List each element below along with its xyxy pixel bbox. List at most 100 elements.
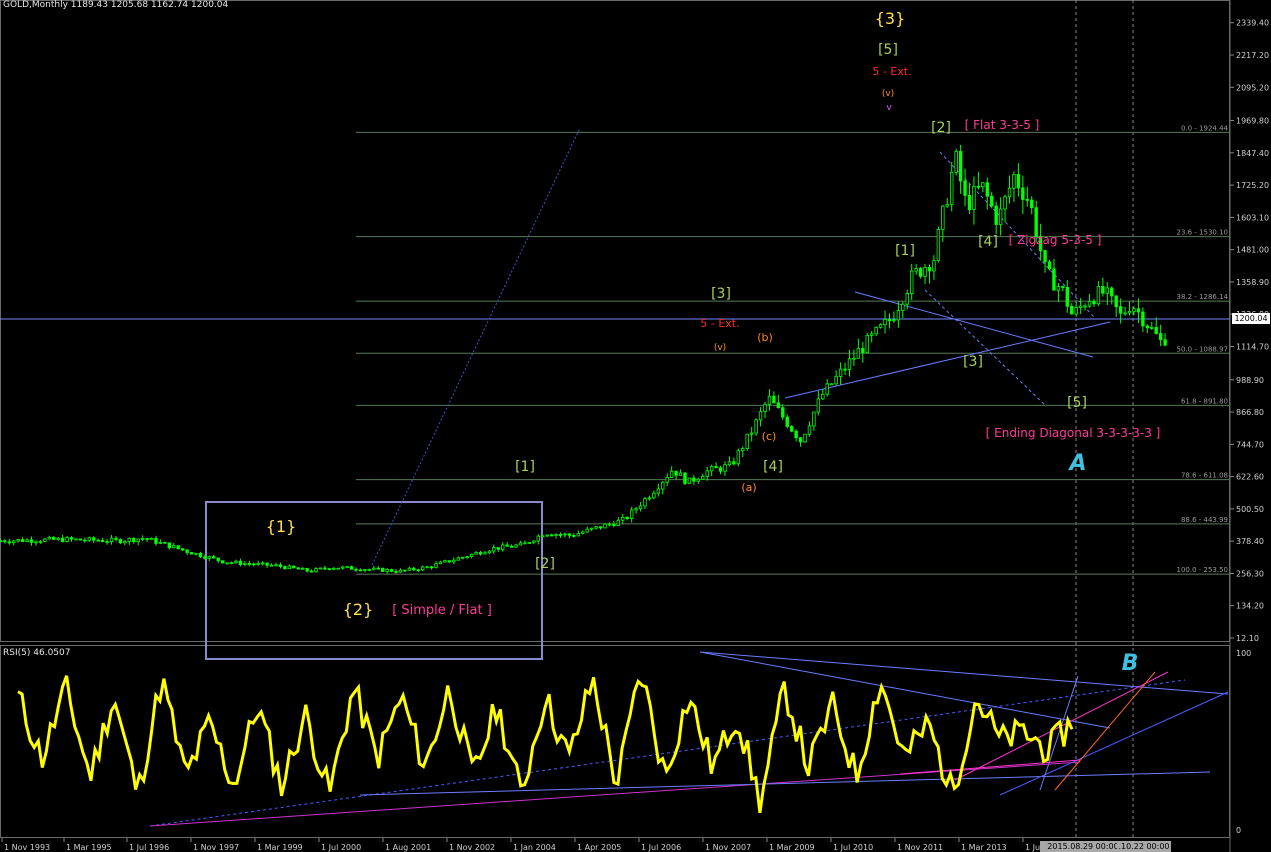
candle-body (367, 568, 372, 571)
wave-label: [1] (895, 243, 915, 259)
rsi-tick-100: 100 (1236, 649, 1251, 658)
chart-ohlc: 1189.43 1205.68 1162.74 1200.04 (70, 0, 229, 10)
candle-body (558, 534, 563, 536)
candle-body (1025, 199, 1029, 201)
wave-label: [ Ending Diagonal 3-3-3-3-3 ] (986, 426, 1161, 440)
candle-body (789, 426, 794, 432)
x-tick-label: 1 Nov 1997 (193, 843, 239, 852)
candle-body (527, 542, 532, 544)
candle-body (1163, 339, 1167, 346)
candle-body (554, 534, 558, 536)
candle-body (269, 564, 274, 567)
wave-label: [2] (931, 120, 951, 136)
candle-body (43, 538, 47, 542)
candle-body (332, 567, 336, 570)
candle-body (1083, 305, 1087, 308)
time-axis: 1 Nov 1993 1 Mar 1995 1 Jul 1996 1 Nov 1997… (1, 838, 1040, 852)
wave-label: {3} (875, 9, 906, 28)
candle-body (705, 470, 709, 477)
candle-body (781, 407, 785, 418)
candle-body (709, 466, 714, 472)
candle-body (612, 523, 616, 526)
candle-body (1101, 286, 1105, 294)
candle-body (838, 368, 843, 377)
candle-body (207, 556, 212, 559)
candle-body (1078, 305, 1083, 309)
candle-body (1012, 173, 1016, 189)
rsi-line (17, 675, 1074, 814)
candle-body (74, 538, 78, 541)
candle-body (825, 383, 829, 395)
candle-body (532, 540, 536, 543)
candle-body (656, 488, 661, 494)
candle-body (243, 563, 247, 565)
y-tick-label: 744.70 (1236, 440, 1264, 449)
y-tick-label: 134.20 (1236, 602, 1264, 611)
y-tick-label: 1847.40 (1236, 149, 1269, 158)
candle-body (936, 229, 941, 261)
candle-body (29, 539, 34, 543)
price-axis: 2339.40 2217.20 2095.20 1969.80 1847.40 1725.… (1230, 19, 1269, 643)
y-tick-label: 256.30 (1236, 569, 1264, 578)
candle-body (687, 477, 692, 484)
x-tick-label: 1 Ju (1025, 843, 1040, 852)
candle-body (60, 537, 65, 542)
candle-body (536, 535, 540, 542)
candle-body (1105, 287, 1110, 294)
candle-body (225, 562, 229, 565)
candle-body (203, 556, 207, 559)
candle-body (154, 537, 158, 544)
candle-body (763, 403, 767, 412)
rsi-value: 46.0507 (33, 648, 71, 658)
candle-body (340, 566, 345, 569)
candle-body (843, 368, 847, 371)
wave-label: [4] (763, 459, 783, 475)
candle-body (883, 319, 887, 326)
candle-body (807, 425, 812, 435)
candle-body (69, 537, 74, 540)
candle-body (736, 450, 741, 465)
candle-body (363, 569, 367, 571)
candle-body (749, 432, 754, 435)
candle-body (865, 334, 869, 354)
candle-body (149, 537, 154, 540)
candle-body (349, 566, 354, 570)
candle-body (1154, 327, 1158, 334)
candle-body (0, 540, 3, 543)
x-tick-label: 1 Jan 2004 (513, 843, 556, 852)
candle-body (483, 552, 487, 555)
candle-body (794, 430, 798, 439)
candle-body (981, 182, 985, 188)
candle-body (323, 567, 327, 570)
candle-body (1030, 199, 1034, 209)
candle-body (1074, 307, 1078, 315)
candle-body (745, 433, 749, 449)
candle-body (132, 538, 136, 543)
candle-body (260, 562, 265, 565)
candle-body (594, 526, 598, 529)
candle-body (247, 563, 252, 565)
candle-body (990, 195, 994, 207)
candle-body (923, 267, 927, 277)
candle-body (478, 552, 483, 555)
rsi-header: RSI(5) 46.0507 (3, 648, 70, 658)
range-box (205, 501, 543, 660)
candle-body (456, 557, 460, 561)
date-box-2: .10.22 00:00 (1117, 841, 1171, 852)
candle-body (1132, 308, 1136, 312)
candle-body (692, 477, 696, 482)
candle-body (52, 536, 56, 540)
candle-body (56, 537, 60, 540)
candle-body (1087, 300, 1092, 307)
candle-body (47, 536, 51, 540)
wave-label: [5] (878, 42, 898, 58)
candle-body (625, 516, 629, 519)
y-tick-label: 2339.40 (1236, 19, 1269, 28)
candle-body (754, 419, 758, 434)
candle-body (305, 567, 309, 572)
candle-body (647, 497, 652, 500)
x-tick-label: 1 Mar 2009 (769, 843, 815, 852)
wave-label: [5] (1067, 395, 1087, 411)
candle-body (861, 348, 865, 354)
candle-body (172, 545, 176, 549)
